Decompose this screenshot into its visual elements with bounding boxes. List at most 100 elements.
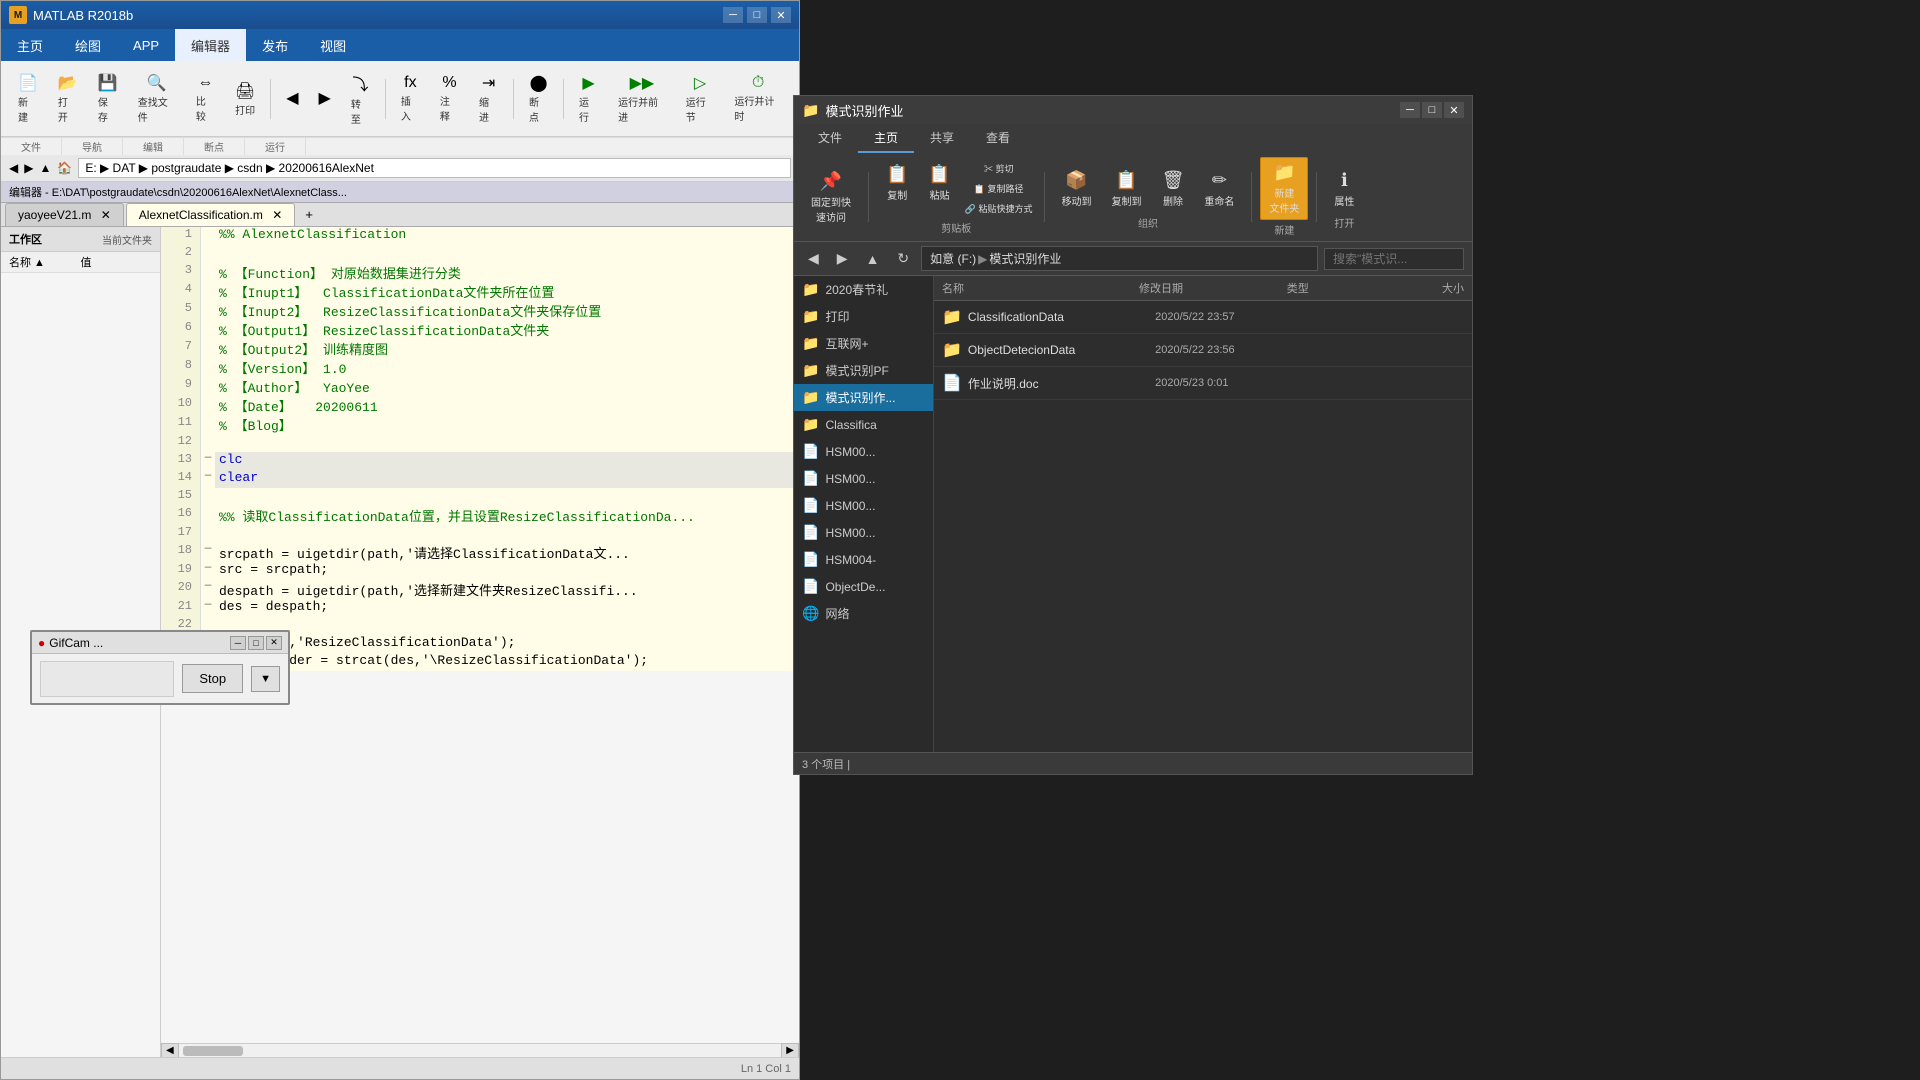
breakpoint-button[interactable]: ⬤ 断点: [520, 69, 557, 128]
fe-paste-shortcut-btn[interactable]: 🔗 粘贴快捷方式: [962, 199, 1036, 218]
line-marker: [201, 358, 215, 377]
sidebar-folder-icon: 🌐: [802, 605, 819, 622]
gifcam-stop-button[interactable]: Stop: [182, 664, 243, 693]
gifcam-restore-btn[interactable]: □: [248, 636, 264, 650]
line-content: des = despath;: [215, 599, 799, 617]
compare-button[interactable]: ⇔ 比较: [187, 70, 224, 127]
indent-button[interactable]: ⇥ 缩进: [470, 69, 507, 128]
insert-button[interactable]: fx 插入: [392, 70, 429, 127]
fe-paste-btn[interactable]: 📋 粘贴: [919, 159, 959, 218]
print-button[interactable]: 🖨 打印: [226, 77, 264, 121]
tab-alexnet[interactable]: AlexnetClassification.m ✕: [126, 203, 295, 226]
tab-close-yaoyee[interactable]: ✕: [101, 208, 111, 222]
fe-ribbon: 文件 主页 共享 查看 📌 固定到快速访问 📋: [794, 124, 1472, 242]
code-line-5: 5% 【Inupt2】 ResizeClassificationData文件夹保…: [161, 301, 799, 320]
nav-prev-button[interactable]: ◀: [277, 84, 307, 113]
fe-refresh-btn[interactable]: ↻: [891, 248, 915, 269]
matlab-title: MATLAB R2018b: [33, 8, 723, 23]
fe-delete-btn[interactable]: 🗑 删除: [1153, 165, 1194, 213]
fe-sidebar-item[interactable]: 📄HSM00...: [794, 438, 933, 465]
fe-cut-btn[interactable]: ✂ 剪切: [962, 159, 1036, 178]
matlab-close-btn[interactable]: ✕: [771, 7, 791, 23]
fe-file-item[interactable]: 📄 作业说明.doc 2020/5/23 0:01: [934, 367, 1472, 400]
fe-new-folder-btn[interactable]: 📁 新建文件夹: [1260, 157, 1308, 220]
save-button[interactable]: 💾 保存: [89, 69, 127, 128]
matlab-status-bar: Ln 1 Col 1: [1, 1057, 799, 1079]
fe-copy-btn[interactable]: 📋 复制: [877, 159, 917, 218]
menu-publish[interactable]: 发布: [246, 29, 304, 61]
fe-sidebar-item[interactable]: 🌐网络: [794, 600, 933, 627]
fe-close-btn[interactable]: ✕: [1444, 102, 1464, 118]
fe-sidebar-item[interactable]: 📁模式识别作...: [794, 384, 933, 411]
fe-copy-path-btn[interactable]: 📋 复制路径: [962, 179, 1036, 198]
run-section-button[interactable]: ▷ 运行节: [677, 69, 724, 128]
fe-copy-to-btn[interactable]: 📋 复制到: [1103, 165, 1151, 213]
fe-tab-home[interactable]: 主页: [858, 124, 914, 153]
tab-yaoyee[interactable]: yaoyeeV21.m ✕: [5, 203, 124, 226]
tab-add-btn[interactable]: +: [297, 203, 321, 226]
scroll-right-btn[interactable]: ▶: [781, 1043, 799, 1057]
scroll-thumb[interactable]: [183, 1046, 243, 1056]
nav-next-button[interactable]: ▶: [310, 84, 340, 113]
code-editor[interactable]: 1%% AlexnetClassification23% 【Function】 …: [161, 227, 799, 671]
fe-sidebar-item[interactable]: 📄HSM004-: [794, 546, 933, 573]
fe-path[interactable]: 如意 (F:) ▶ 模式识别作业: [921, 246, 1318, 271]
fe-rename-btn[interactable]: ✏ 重命名: [1195, 165, 1243, 213]
fe-file-item[interactable]: 📁 ClassificationData 2020/5/22 23:57: [934, 301, 1472, 334]
scroll-left-btn[interactable]: ◀: [161, 1043, 179, 1057]
line-marker: —: [201, 599, 215, 617]
fe-sidebar-item[interactable]: 📄ObjectDe...: [794, 573, 933, 600]
fe-maximize-btn[interactable]: □: [1422, 102, 1442, 118]
fe-tab-view[interactable]: 查看: [970, 124, 1026, 153]
new-button[interactable]: 📄 新建: [9, 69, 47, 128]
fe-sidebar-item[interactable]: 📄HSM00...: [794, 519, 933, 546]
fe-back-btn[interactable]: ◀: [802, 248, 825, 269]
run-button[interactable]: ▶ 运行: [570, 69, 607, 128]
line-content: % 【Date】 20200611: [215, 396, 799, 415]
gifcam-minimize-btn[interactable]: ─: [230, 636, 246, 650]
horizontal-scrollbar[interactable]: ◀ ▶: [161, 1043, 799, 1057]
fe-sidebar-item[interactable]: 📄HSM00...: [794, 492, 933, 519]
addr-up-btn[interactable]: ▲: [39, 161, 51, 175]
gifcam-dropdown-btn[interactable]: ▼: [251, 666, 280, 692]
addr-forward-btn[interactable]: ▶: [24, 161, 33, 175]
line-content: mkdir(des,'ResizeClassificationData');: [215, 635, 799, 653]
fe-sidebar-item[interactable]: 📁Classifica: [794, 411, 933, 438]
menu-app[interactable]: APP: [117, 29, 175, 61]
tab-close-alexnet[interactable]: ✕: [272, 208, 282, 222]
matlab-minimize-btn[interactable]: ─: [723, 7, 743, 23]
open-button[interactable]: 📂 打开: [49, 69, 87, 128]
sidebar-item-label: HSM00...: [825, 445, 875, 459]
menu-editor[interactable]: 编辑器: [175, 29, 246, 61]
fe-sidebar-item[interactable]: 📄HSM00...: [794, 465, 933, 492]
section-edit: 编辑: [123, 138, 184, 155]
navigate-button[interactable]: ⤵ 转至: [342, 67, 379, 130]
menu-plot[interactable]: 绘图: [59, 29, 117, 61]
run-timed-button[interactable]: ⏱ 运行并计时: [725, 70, 791, 127]
fe-sidebar-item[interactable]: 📁打印: [794, 303, 933, 330]
fe-tab-file[interactable]: 文件: [802, 124, 858, 153]
fe-properties-btn[interactable]: ℹ 属性: [1325, 165, 1363, 213]
address-path[interactable]: E: ▶ DAT ▶ postgraudate ▶ csdn ▶ 2020061…: [78, 158, 791, 178]
fe-sidebar-item[interactable]: 📁互联网+: [794, 330, 933, 357]
addr-home-btn[interactable]: 🏠: [57, 161, 72, 175]
fe-search-input[interactable]: [1324, 248, 1464, 270]
fe-tab-share[interactable]: 共享: [914, 124, 970, 153]
comment-button[interactable]: % 注释: [431, 70, 468, 127]
fe-sidebar-item[interactable]: 📁模式识别PF: [794, 357, 933, 384]
fe-pin-btn[interactable]: 📌 固定到快速访问: [802, 166, 860, 229]
fe-forward-btn[interactable]: ▶: [831, 248, 854, 269]
gifcam-close-btn[interactable]: ✕: [266, 636, 282, 650]
fe-move-to-btn[interactable]: 📦 移动到: [1053, 165, 1101, 213]
find-files-button[interactable]: 🔍 查找文件: [129, 69, 185, 128]
fe-sidebar-item[interactable]: 📁2020春节礼: [794, 276, 933, 303]
fe-minimize-btn[interactable]: ─: [1400, 102, 1420, 118]
matlab-maximize-btn[interactable]: □: [747, 7, 767, 23]
run-and-advance-button[interactable]: ▶▶ 运行并前进: [609, 69, 675, 128]
menu-home[interactable]: 主页: [1, 29, 59, 61]
addr-back-btn[interactable]: ◀: [9, 161, 18, 175]
menu-view[interactable]: 视图: [304, 29, 362, 61]
fe-file-item[interactable]: 📁 ObjectDetecionData 2020/5/22 23:56: [934, 334, 1472, 367]
fe-up-btn[interactable]: ▲: [860, 249, 886, 269]
clipboard-label: 剪贴板: [941, 220, 971, 235]
